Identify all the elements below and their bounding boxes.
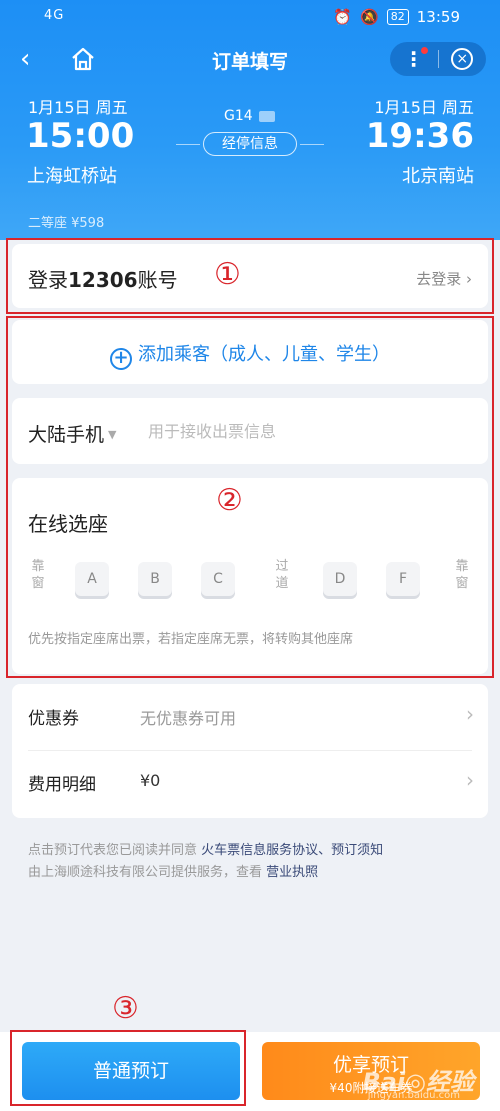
coupon-label: 优惠券 [28,709,79,729]
train-number: G14 [224,108,275,124]
seat-c[interactable]: C [201,562,235,596]
nav-bar: ‹ 订单填写 ⋮ × [0,40,500,80]
departure-date: 1月15日 周五 [28,98,128,117]
phone-input[interactable] [148,418,468,444]
seat-d[interactable]: D [323,562,357,596]
chevron-right-icon: › [466,702,474,726]
battery-icon: 82 [386,9,409,25]
seat-selection-card: 在线选座 靠窗 A B C 过道 D F 靠窗 优先按指定座席出票，若指定座席无… [12,478,488,674]
train-tag-icon [258,110,275,122]
fee-detail-value: ¥0 [140,771,161,790]
agreement-link[interactable]: 火车票信息服务协议、预订须知 [201,843,383,858]
mute-icon: 🔕 [360,8,379,26]
add-passenger-label: 添加乘客（成人、儿童、学生） [138,344,390,365]
status-time: 13:59 [416,8,460,26]
seat-selection-title: 在线选座 [28,512,108,536]
go-login-link[interactable]: 去登录 › [416,268,472,289]
capsule-menu: ⋮ × [390,42,486,76]
add-passenger-card: + 添加乘客（成人、儿童、学生） [12,320,488,384]
annotation-number-3: ③ [112,991,139,1026]
seat-note: 优先按指定座席出票，若指定座席无票，将转购其他座席 [28,632,354,647]
close-button[interactable]: × [438,48,486,70]
window-label-right: 靠窗 [455,559,469,591]
annotation-number-2: ② [216,483,243,518]
window-label-left: 靠窗 [31,559,45,591]
fee-detail-row[interactable]: 费用明细 ¥0 › [12,750,488,816]
stops-line-left [176,144,200,145]
annotation-number-1: ① [214,257,241,292]
fee-card: 优惠券 无优惠券可用 › 费用明细 ¥0 › [12,684,488,818]
login-card[interactable]: 登录12306账号 去登录 › [12,244,488,308]
stops-line-right [300,144,324,145]
header: 4G ⏰ 🔕 82 13:59 ‹ 订单填写 ⋮ × 1月15日 周五 15:0… [0,0,500,240]
coupon-row[interactable]: 优惠券 无优惠券可用 › [12,684,488,750]
seat-f[interactable]: F [386,562,420,596]
chevron-down-icon: ▼ [108,428,117,441]
coupon-value: 无优惠券可用 [140,709,237,728]
more-button[interactable]: ⋮ [390,47,438,71]
fee-detail-label: 费用明细 [28,775,96,795]
arrival-date: 1月15日 周五 [374,98,474,117]
departure-time: 15:00 [26,116,135,156]
close-icon: × [451,48,474,70]
phone-card: 大陆手机 ▼ [12,398,488,464]
add-passenger-button[interactable]: + 添加乘客（成人、儿童、学生） [12,340,488,370]
train-number-text: G14 [224,108,253,124]
seat-class-price: 二等座 ¥598 [28,216,105,231]
alarm-icon: ⏰ [333,8,353,26]
phone-region-select[interactable]: 大陆手机 ▼ [28,420,116,447]
departure-station: 上海虹桥站 [27,166,117,187]
arrival-station: 北京南站 [402,166,474,187]
status-bar: 4G ⏰ 🔕 82 13:59 [0,8,500,30]
seat-row: 靠窗 A B C 过道 D F 靠窗 [22,558,478,604]
chevron-right-icon: › [466,768,474,792]
login-prompt: 登录12306账号 [28,268,178,292]
seat-b[interactable]: B [138,562,172,596]
agreement-text: 点击预订代表您已阅读并同意 火车票信息服务协议、预订须知 由上海顺途科技有限公司… [28,843,384,880]
plus-circle-icon: + [110,348,132,370]
notification-dot [420,47,428,54]
signal-indicator: 4G [44,8,65,23]
watermark-url: jingyan.baidu.com [367,1090,460,1101]
aisle-label: 过道 [275,559,289,591]
stops-info-button[interactable]: 经停信息 [203,132,297,156]
seat-a[interactable]: A [75,562,109,596]
arrival-time: 19:36 [365,116,474,156]
normal-booking-button[interactable]: 普通预订 [22,1042,240,1100]
license-link[interactable]: 营业执照 [266,865,318,880]
